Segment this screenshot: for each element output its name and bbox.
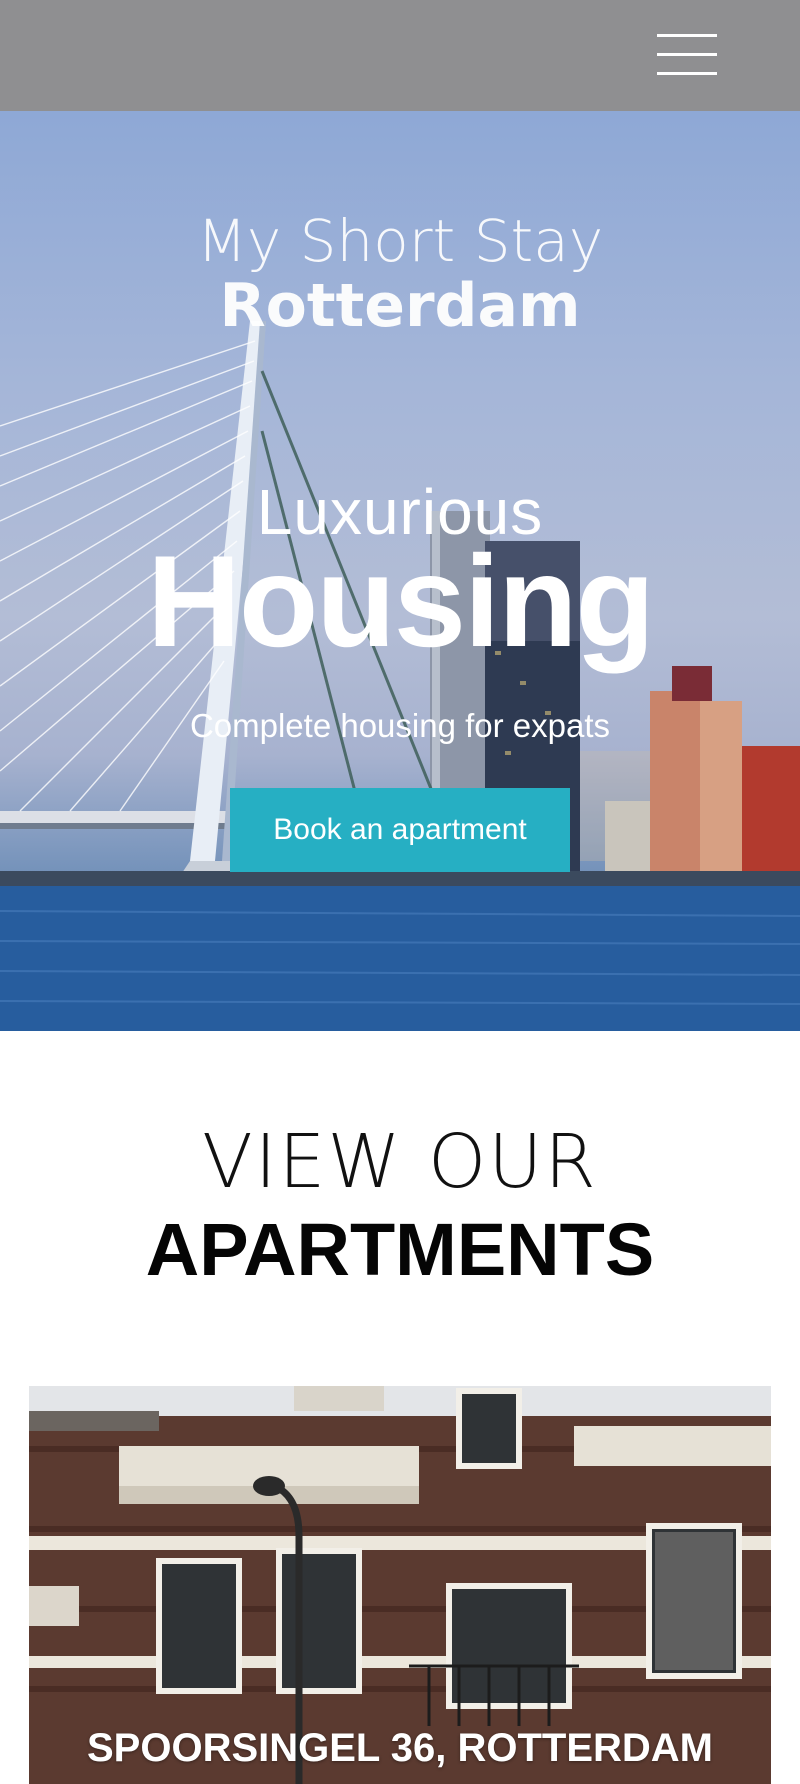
book-apartment-button[interactable]: Book an apartment — [230, 788, 570, 872]
section-heading-top: VIEW OUR — [202, 1119, 598, 1205]
apartment-card[interactable]: SPOORSINGEL 36, ROTTERDAM — [29, 1386, 771, 1784]
hero-title: Housing — [147, 528, 655, 674]
site-logo[interactable]: My Short Stay Rotterdam — [0, 208, 800, 338]
hero-tagline: Complete housing for expats — [189, 707, 611, 744]
apartment-card-caption: SPOORSINGEL 36, ROTTERDAM — [86, 1726, 713, 1770]
top-bar — [0, 0, 800, 111]
section-heading-bottom: APARTMENTS — [145, 1208, 655, 1291]
logo-line1: My Short Stay — [196, 207, 604, 275]
hamburger-menu-icon[interactable] — [654, 30, 720, 80]
logo-line2: Rotterdam — [219, 271, 581, 341]
hero-section: My Short Stay Rotterdam Luxurious Housin… — [0, 111, 800, 1031]
